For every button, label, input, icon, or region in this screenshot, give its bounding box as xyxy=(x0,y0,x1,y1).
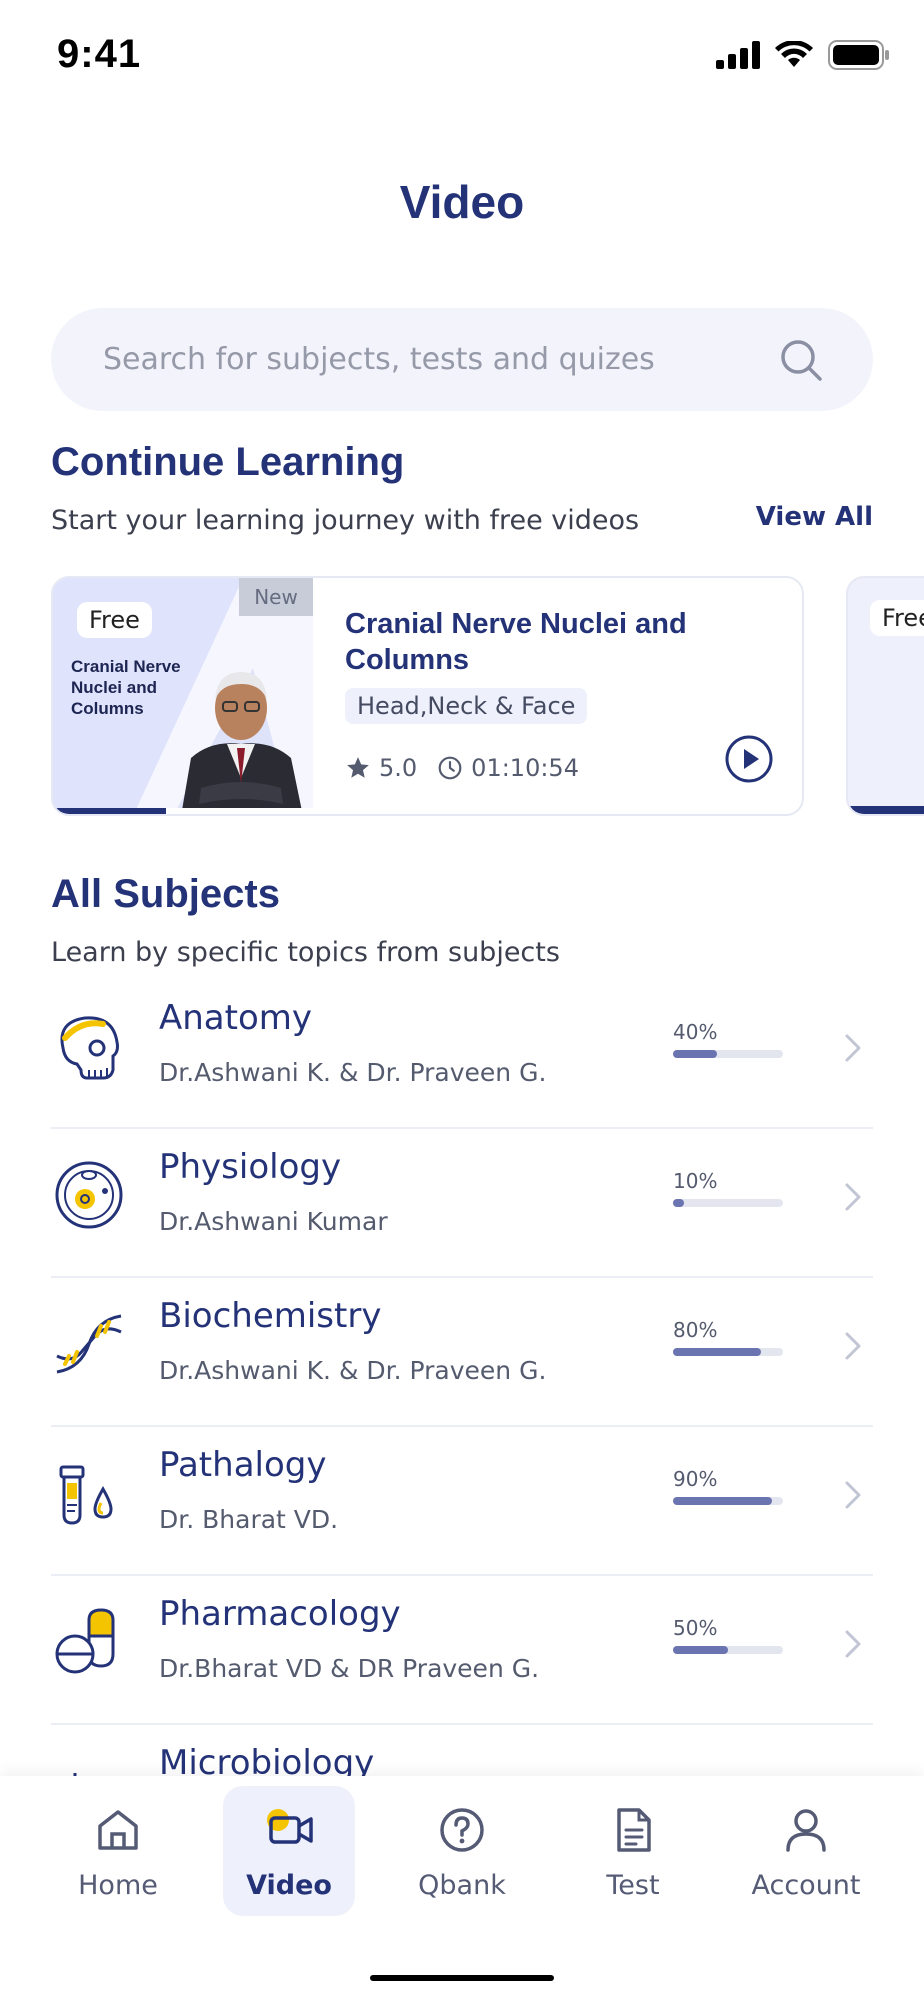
continue-learning-title: Continue Learning xyxy=(51,440,405,484)
course-thumbnail: Free New Cranial Nerve Nuclei and Column… xyxy=(53,578,313,814)
star-icon xyxy=(347,757,369,778)
cell-icon xyxy=(55,1161,123,1229)
subject-progress-fill xyxy=(673,1199,684,1207)
new-badge: New xyxy=(239,578,313,616)
pill-icon xyxy=(55,1608,115,1674)
bottom-tab-bar: Home Video Qbank Test Account xyxy=(0,1776,924,2000)
play-icon[interactable] xyxy=(724,734,774,784)
status-bar: 9:41 xyxy=(0,0,924,110)
user-icon xyxy=(786,1809,826,1852)
course-title: Cranial Nerve Nuclei and Columns xyxy=(345,608,687,676)
subject-progress-fill xyxy=(673,1348,761,1356)
subject-progress-bar xyxy=(673,1199,783,1207)
subject-progress-bar xyxy=(673,1348,783,1356)
all-subjects-title: All Subjects xyxy=(51,872,280,916)
search-bar[interactable] xyxy=(51,308,873,411)
course-meta: 5.0 01:10:54 xyxy=(345,754,579,782)
card-progress-bar xyxy=(848,806,924,814)
subject-progress-bar xyxy=(673,1050,783,1058)
subject-row-physiology[interactable]: Physiology Dr.Ashwani Kumar 10% xyxy=(51,1127,873,1278)
tab-account[interactable]: Account xyxy=(740,1786,872,1916)
subject-row-anatomy[interactable]: Anatomy Dr.Ashwani K. & Dr. Praveen G. 4… xyxy=(51,978,873,1129)
course-card[interactable]: Free New Cranial Nerve Nuclei and Column… xyxy=(51,576,804,816)
tab-label: Qbank xyxy=(418,1870,506,1901)
subject-progress-label: 80% xyxy=(673,1318,718,1342)
document-icon xyxy=(617,1808,651,1852)
course-duration: 01:10:54 xyxy=(471,754,579,782)
status-time: 9:41 xyxy=(57,32,142,76)
subject-row-biochemistry[interactable]: Biochemistry Dr.Ashwani K. & Dr. Praveen… xyxy=(51,1276,873,1427)
wifi-icon xyxy=(775,41,813,67)
home-indicator xyxy=(370,1975,554,1981)
subject-row-pathalogy[interactable]: Pathalogy Dr. Bharat VD. 90% xyxy=(51,1425,873,1576)
free-badge: Free xyxy=(77,602,152,638)
chevron-right-icon xyxy=(845,1034,861,1062)
subject-progress-bar xyxy=(673,1646,783,1654)
tab-label: Home xyxy=(78,1870,158,1901)
page-title: Video xyxy=(399,176,525,228)
subject-progress-fill xyxy=(673,1497,772,1505)
subject-progress-fill xyxy=(673,1050,717,1058)
subject-progress-label: 50% xyxy=(673,1616,718,1640)
free-badge: Free xyxy=(870,600,924,636)
home-icon xyxy=(98,1810,138,1850)
chevron-right-icon xyxy=(845,1630,861,1658)
course-card-next[interactable]: Free xyxy=(846,576,924,816)
subject-progress-label: 40% xyxy=(673,1020,718,1044)
subject-progress-fill xyxy=(673,1646,728,1654)
chevron-right-icon xyxy=(845,1183,861,1211)
test-tube-icon xyxy=(59,1465,113,1525)
instructor-photo xyxy=(181,672,303,814)
tab-video[interactable]: Video xyxy=(223,1786,355,1916)
subject-name: Physiology xyxy=(159,1147,342,1187)
tab-label: Test xyxy=(606,1870,660,1901)
card-progress-fill xyxy=(53,808,166,814)
all-subjects-subtitle: Learn by specific topics from subjects xyxy=(51,937,560,968)
tab-test[interactable]: Test xyxy=(567,1786,699,1916)
tab-label: Video xyxy=(246,1870,332,1901)
dna-icon xyxy=(56,1314,122,1374)
subject-author: Dr. Bharat VD. xyxy=(159,1505,339,1534)
course-rating: 5.0 xyxy=(379,754,418,782)
chevron-right-icon xyxy=(845,1332,861,1360)
subject-author: Dr.Ashwani K. & Dr. Praveen G. xyxy=(159,1058,547,1087)
subject-author: Dr.Bharat VD & DR Praveen G. xyxy=(159,1654,540,1683)
skull-icon xyxy=(60,1016,119,1080)
subject-author: Dr.Ashwani K. & Dr. Praveen G. xyxy=(159,1356,547,1385)
battery-icon xyxy=(828,40,889,70)
subject-author: Dr.Ashwani Kumar xyxy=(159,1207,388,1236)
signal-icon xyxy=(716,41,760,69)
status-icons xyxy=(716,40,890,70)
question-icon xyxy=(440,1808,484,1852)
clock-icon xyxy=(438,756,462,780)
tab-label: Account xyxy=(751,1870,861,1901)
card-progress-fill xyxy=(848,806,924,814)
video-icon xyxy=(267,1809,313,1844)
card-progress-bar xyxy=(53,808,313,814)
view-all-link[interactable]: View All xyxy=(756,502,873,532)
chevron-right-icon xyxy=(845,1481,861,1509)
tab-home[interactable]: Home xyxy=(52,1786,184,1916)
subject-name: Pharmacology xyxy=(159,1594,401,1634)
subject-row-pharmacology[interactable]: Pharmacology Dr.Bharat VD & DR Praveen G… xyxy=(51,1574,873,1725)
course-tag: Head,Neck & Face xyxy=(345,688,588,724)
subject-name: Biochemistry xyxy=(159,1296,382,1336)
subject-progress-bar xyxy=(673,1497,783,1505)
continue-learning-subtitle: Start your learning journey with free vi… xyxy=(51,505,640,536)
search-input[interactable] xyxy=(103,308,763,411)
subject-name: Anatomy xyxy=(159,998,313,1038)
search-icon[interactable] xyxy=(779,338,823,382)
subject-progress-label: 10% xyxy=(673,1169,718,1193)
subject-progress-label: 90% xyxy=(673,1467,718,1491)
subject-name: Pathalogy xyxy=(159,1445,327,1485)
tab-qbank[interactable]: Qbank xyxy=(396,1786,528,1916)
